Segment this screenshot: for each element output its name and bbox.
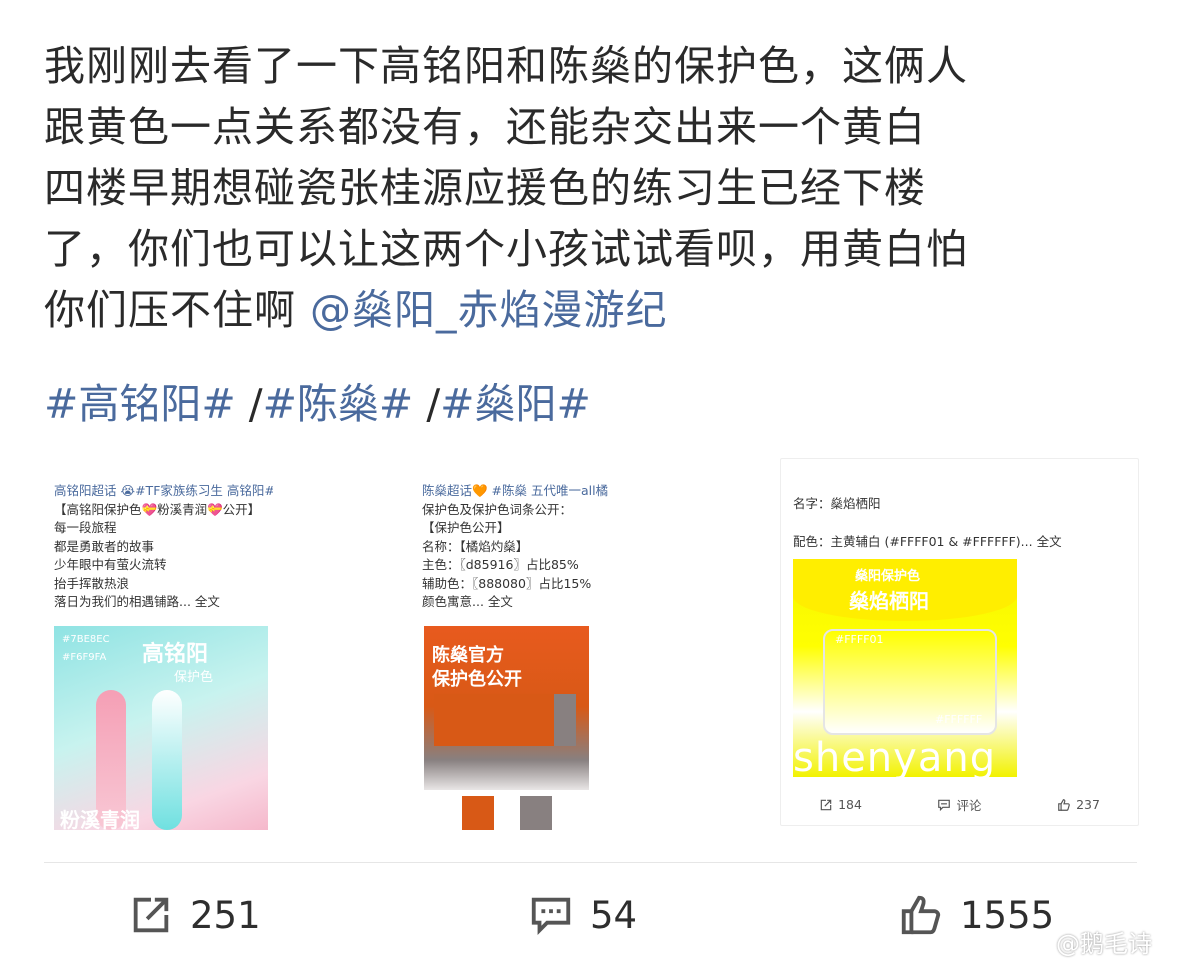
user-mention-link[interactable]: @燊阳_赤焰漫游纪 [310,286,668,334]
repost-button[interactable]: 251 [128,892,261,938]
thumbnail-caption: 高铭阳超话 😭#TF家族练习生 高铭阳# 【高铭阳保护色💝粉溪青润💝公开】 每一… [48,460,273,612]
thumbnail-repost-button[interactable]: 184 [781,795,900,814]
thumbnail-caption: 陈燊超话🧡 #陈燊 五代唯一all橘all灰# 保护色及保护色词条公开： 【保护… [418,460,608,612]
thumbnail-like-count: 237 [1076,797,1100,812]
caption-line: 抬手挥散热浪 [54,575,130,591]
comment-icon [938,799,951,811]
caption-line: 保护色及保护色词条公开： [422,501,573,517]
caption-line: 颜色寓意... 全文 [422,594,513,609]
hashtag-separator: / [413,380,441,428]
poster-color-code: #FFFF01 [835,633,884,646]
weibo-logo-icon [1028,931,1050,952]
poster-heading: 陈燊官方 保护色公开 [432,644,522,692]
post-line-text: 你们压不住啊 [44,286,311,334]
caption-line: 陈燊超话🧡 #陈燊 五代唯一all橘all灰# [422,483,608,498]
caption-line: 主色：〖d85916〗占比85% [422,557,579,572]
divider [44,862,1137,863]
hashtag-link[interactable]: #燊阳# [440,380,591,428]
color-swatch-pill [152,690,182,830]
poster-heading-line: 保护色公开 [432,669,522,690]
thumbnail-comment-button[interactable]: 评论 [900,795,1019,814]
thumbs-up-icon [901,895,941,935]
repost-count: 251 [190,893,261,937]
image-thumbnail-3[interactable]: 名字：燊焰栖阳 配色：主黄辅白 (#FFFF01 & #FFFFFF)... 全… [780,458,1139,826]
poster-heading-line: 陈燊官方 [432,645,504,666]
color-swatch-primary [462,796,494,830]
caption-line: 高铭阳超话 😭#TF家族练习生 高铭阳# [54,483,273,498]
poster-subtitle: 保护色 [174,670,214,685]
protection-color-poster: 陈燊官方 保护色公开 [424,626,589,830]
post-line: 了，你们也可以让这两个小孩试试看呗，用黄白怕 [44,225,968,273]
protection-color-poster: 燊阳保护色 燊焰栖阳 #FFFF01 #FFFFFF shenyang [793,559,1017,781]
thumbnail-comment-label: 评论 [956,798,982,813]
color-bar-primary [434,694,554,746]
image-thumbnail-1[interactable]: 高铭阳超话 😭#TF家族练习生 高铭阳# 【高铭阳保护色💝粉溪青润💝公开】 每一… [48,460,273,830]
repost-icon [820,799,832,810]
protection-color-poster: #7BE8EC #F6F9FA 高铭阳 保护色 粉溪青润 [54,626,268,830]
caption-line: 每一段旅程 [54,520,117,535]
watermark-text: @鹅毛诗 [1056,930,1152,958]
post-action-bar: 251 54 1555 [0,888,1179,948]
image-thumbnail-2[interactable]: 陈燊超话🧡 #陈燊 五代唯一all橘all灰# 保护色及保护色词条公开： 【保护… [418,460,608,830]
poster-bottom-text: 粉溪青润 [60,808,140,830]
post-line: 我刚刚去看了一下高铭阳和陈燊的保护色，这俩人 [44,42,968,90]
hashtag-link[interactable]: #高铭阳# [44,380,236,428]
hashtag-row: #高铭阳# /#陈燊# /#燊阳# [44,374,591,435]
post-line: 跟黄色一点关系都没有，还能杂交出来一个黄白 [44,103,926,151]
caption-line: 【保护色公开】 [422,520,510,535]
poster-color-code: #FFFFFF [935,713,983,726]
hashtag-separator: / [235,380,263,428]
watermark: @鹅毛诗 [1026,924,1152,959]
color-bar-secondary [554,694,576,746]
caption-line: 辅助色：〖888080〗占比15% [422,575,592,591]
poster-title: 燊阳保护色 [855,569,921,584]
poster-subtitle: 燊焰栖阳 [849,589,929,613]
comment-icon [531,897,571,935]
caption-line: 名称：【橘焰灼燊】 [422,538,529,554]
caption-line: 名字：燊焰栖阳 [793,496,881,511]
thumbnail-action-bar: 184 评论 237 [781,795,1138,814]
thumbs-up-icon [1058,798,1070,811]
caption-line: 落日为我们的相遇铺路... 全文 [54,594,220,609]
poster-title: 高铭阳 [142,642,209,667]
caption-line: 都是勇敢者的故事 [54,538,155,554]
poster-color-code: #F6F9FA [62,652,107,663]
post-body: 我刚刚去看了一下高铭阳和陈燊的保护色，这俩人 跟黄色一点关系都没有，还能杂交出来… [44,36,1134,341]
post-line: 你们压不住啊 @燊阳_赤焰漫游纪 [44,280,1134,341]
color-swatch-secondary [520,796,552,830]
comment-count: 54 [590,893,638,937]
caption-line: 配色：主黄辅白 (#FFFF01 & #FFFFFF)... 全文 [793,534,1062,549]
poster-gradient [424,760,589,790]
poster-bottom-text: shenyang [793,735,997,781]
comment-button[interactable]: 54 [528,892,637,938]
post-line: 四楼早期想碰瓷张桂源应援色的练习生已经下楼 [44,164,926,212]
poster-color-code: #7BE8EC [62,634,110,645]
thumbnail-like-button[interactable]: 237 [1019,795,1138,814]
caption-line: 【高铭阳保护色💝粉溪青润💝公开】 [54,501,261,517]
caption-line: 少年眼中有萤火流转 [54,557,167,572]
repost-icon [133,897,169,933]
thumbnail-repost-count: 184 [838,797,862,812]
hashtag-link[interactable]: #陈燊# [263,380,414,428]
